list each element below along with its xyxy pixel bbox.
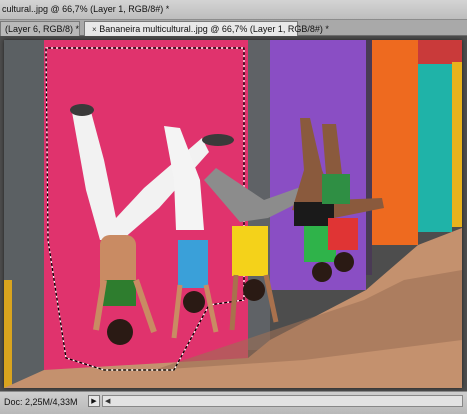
document-image[interactable] (4, 40, 462, 388)
scroll-left-icon[interactable]: ◀ (105, 396, 110, 407)
document-title-bar: cultural..jpg @ 66,7% (Layer 1, RGB/8#) … (0, 0, 467, 20)
red-top-wall (418, 40, 462, 64)
document-size-info[interactable]: Doc: 2,25M/4,33M (4, 397, 78, 407)
yellow-wall-right (452, 62, 462, 227)
tab-label: (Layer 6, RGB/8) * (5, 24, 80, 34)
tab-bananeira-document[interactable]: × Bananeira multicultural..jpg @ 66,7% (… (84, 21, 329, 36)
window-title: cultural..jpg @ 66,7% (Layer 1, RGB/8#) … (2, 4, 170, 14)
dark-wall (366, 40, 372, 275)
yellow-strip (4, 280, 12, 388)
tab-layer6-document[interactable]: (Layer 6, RGB/8) * (0, 21, 80, 36)
orange-wall (372, 40, 418, 245)
document-tab-bar: (Layer 6, RGB/8) * × Bananeira multicult… (0, 20, 467, 36)
teal-wall (418, 62, 452, 232)
close-icon[interactable]: × (92, 25, 97, 34)
status-menu-arrow-icon[interactable]: ▶ (88, 395, 100, 407)
status-bar: Doc: 2,25M/4,33M ▶ ◀ (0, 391, 467, 414)
tab-label: Bananeira multicultural..jpg @ 66,7% (La… (99, 24, 329, 34)
horizontal-scrollbar[interactable]: ◀ (102, 395, 463, 407)
